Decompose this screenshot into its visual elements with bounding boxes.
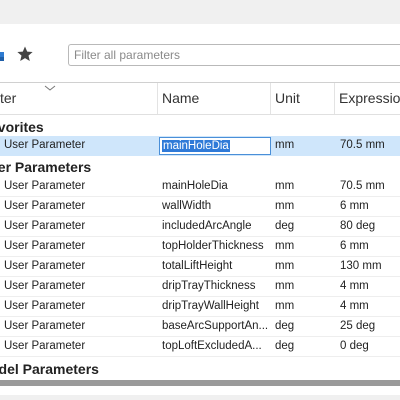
cell-expression[interactable]: 6 mm <box>340 237 400 256</box>
table-row-selected[interactable]: User Parameter mainHoleDia mm 70.5 mm <box>0 136 400 156</box>
table-row[interactable]: User Parameter includedArcAngle deg 80 d… <box>0 217 400 237</box>
cell-expression[interactable]: 70.5 mm <box>340 136 400 155</box>
section-user-parameters[interactable]: ser Parameters <box>0 156 400 178</box>
table-row[interactable]: User Parameter wallWidth mm 6 mm <box>0 197 400 217</box>
cell-unit: mm <box>275 240 295 252</box>
cell-unit: deg <box>275 220 295 232</box>
cell-type: User Parameter <box>4 260 86 272</box>
window-bottom-strip <box>0 395 400 400</box>
table-row[interactable]: User Parameter dripTrayThickness mm 4 mm <box>0 277 400 297</box>
table-row[interactable]: User Parameter baseArcSupportAn... deg 2… <box>0 317 400 337</box>
cell-expression[interactable]: 130 mm <box>340 257 400 276</box>
cell-type: User Parameter <box>4 240 86 252</box>
cell-unit: deg <box>275 340 295 352</box>
cell-type: User Parameter <box>4 340 86 352</box>
column-header-expression[interactable]: Expressio <box>335 83 400 114</box>
cell-type: User Parameter <box>4 139 86 151</box>
section-model-parameters-label: odel Parameters <box>0 361 99 377</box>
filter-parameters-input[interactable] <box>68 44 400 66</box>
cell-unit: mm <box>275 139 295 151</box>
section-favorites-label: avorites <box>0 119 44 135</box>
cell-expression[interactable]: 6 mm <box>340 197 400 216</box>
section-user-parameters-label: ser Parameters <box>0 159 92 175</box>
column-header-parameter[interactable]: ter <box>0 83 158 114</box>
table-row[interactable]: User Parameter totalLiftHeight mm 130 mm <box>0 257 400 277</box>
cell-name: baseArcSupportAn... <box>162 320 268 332</box>
sort-caret-icon <box>44 85 56 91</box>
cell-unit: mm <box>275 180 295 192</box>
cell-name: includedArcAngle <box>162 220 252 232</box>
cell-type: User Parameter <box>4 320 86 332</box>
section-model-parameters[interactable]: odel Parameters <box>0 358 400 380</box>
cell-expression[interactable]: 4 mm <box>340 277 400 296</box>
section-favorites[interactable]: avorites <box>0 116 400 138</box>
column-header-parameter-label: ter <box>0 90 17 106</box>
cell-expression[interactable]: 70.5 mm <box>340 177 400 196</box>
column-header-unit[interactable]: Unit <box>271 83 335 114</box>
cell-unit: mm <box>275 280 295 292</box>
cell-type: User Parameter <box>4 220 86 232</box>
cell-name: wallWidth <box>162 200 212 212</box>
cell-expression[interactable]: 80 deg <box>340 217 400 236</box>
cell-type: User Parameter <box>4 180 86 192</box>
cell-unit: mm <box>275 260 295 272</box>
cell-type: User Parameter <box>4 280 86 292</box>
table-row[interactable]: User Parameter topHolderThickness mm 6 m… <box>0 237 400 257</box>
cell-expression[interactable]: 25 deg <box>340 317 400 336</box>
table-row[interactable]: User Parameter mainHoleDia mm 70.5 mm <box>0 177 400 197</box>
window-top-strip <box>0 0 400 24</box>
cell-name: topHolderThickness <box>162 240 264 252</box>
cell-unit: mm <box>275 300 295 312</box>
cell-unit: deg <box>275 320 295 332</box>
column-header-row: ter Name Unit Expressio <box>0 83 400 115</box>
cell-name: mainHoleDia <box>162 180 228 192</box>
cell-unit: mm <box>275 200 295 212</box>
column-header-name[interactable]: Name <box>158 83 271 114</box>
cell-name: topLoftExcludedA... <box>162 340 262 352</box>
name-edit-field[interactable]: mainHoleDia <box>159 137 271 155</box>
cell-type: User Parameter <box>4 200 86 212</box>
cell-name: dripTrayWallHeight <box>162 300 259 312</box>
cell-name: dripTrayThickness <box>162 280 256 292</box>
name-edit-selected-text: mainHoleDia <box>162 140 230 152</box>
cell-type: User Parameter <box>4 300 86 312</box>
table-row[interactable]: User Parameter dripTrayWallHeight mm 4 m… <box>0 297 400 317</box>
table-row[interactable]: User Parameter topLoftExcludedA... deg 0… <box>0 337 400 357</box>
star-icon[interactable] <box>16 45 34 63</box>
cell-expression[interactable]: 4 mm <box>340 297 400 316</box>
cell-expression[interactable]: 0 deg <box>340 337 400 356</box>
cell-name: totalLiftHeight <box>162 260 233 272</box>
